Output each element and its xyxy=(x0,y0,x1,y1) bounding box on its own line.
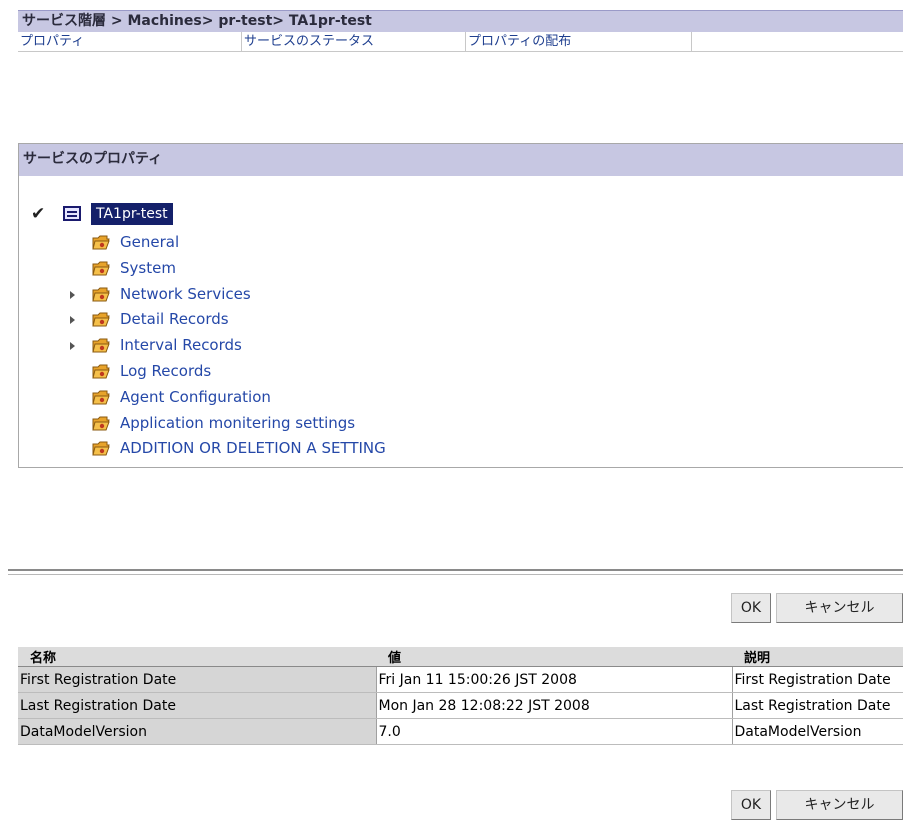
tree-item-label[interactable]: System xyxy=(120,257,176,279)
tree-item[interactable]: Application monitering settings xyxy=(0,412,600,436)
cancel-button[interactable]: キャンセル xyxy=(776,593,903,623)
tree-item[interactable]: System xyxy=(0,257,600,281)
folder-icon xyxy=(92,415,110,431)
divider xyxy=(8,574,903,575)
tab-properties[interactable]: プロパティ xyxy=(18,32,242,51)
folder-icon xyxy=(92,389,110,405)
expand-arrow-icon[interactable] xyxy=(70,316,75,325)
tree-item[interactable]: Interval Records xyxy=(0,334,600,358)
row-name: First Registration Date xyxy=(18,666,377,693)
tree-item-label[interactable]: Log Records xyxy=(120,360,211,382)
row-description: DataModelVersion xyxy=(732,718,903,745)
row-value: Mon Jan 28 12:08:22 JST 2008 xyxy=(376,692,733,719)
tree-item[interactable]: General xyxy=(0,231,600,255)
folder-icon xyxy=(92,440,110,456)
properties-table: 名称 値 説明 First Registration Date Fri Jan … xyxy=(18,647,903,745)
row-description: Last Registration Date xyxy=(732,692,903,719)
machine-icon xyxy=(63,206,81,221)
row-value: Fri Jan 11 15:00:26 JST 2008 xyxy=(376,666,733,693)
check-icon: ✔ xyxy=(31,204,46,224)
tab-bar: プロパティ サービスのステータス プロパティの配布 xyxy=(18,32,903,52)
ok-button-bottom[interactable]: OK xyxy=(731,790,771,820)
tree-item[interactable]: Detail Records xyxy=(0,308,600,332)
folder-icon xyxy=(92,286,110,302)
column-header-description: 説明 xyxy=(732,647,903,667)
table-row: Last Registration Date Mon Jan 28 12:08:… xyxy=(18,692,903,719)
row-name: DataModelVersion xyxy=(18,718,377,745)
breadcrumb-text: サービス階層 > Machines> pr-test> TA1pr-test xyxy=(22,13,372,29)
tree-item-label[interactable]: Application monitering settings xyxy=(120,412,355,434)
panel-title: サービスのプロパティ xyxy=(19,144,903,176)
folder-icon xyxy=(92,363,110,379)
ok-button[interactable]: OK xyxy=(731,593,771,623)
tree-item-label[interactable]: ADDITION OR DELETION A SETTING xyxy=(120,437,386,459)
row-description: First Registration Date xyxy=(732,666,903,693)
folder-icon xyxy=(92,311,110,327)
table-row: First Registration Date Fri Jan 11 15:00… xyxy=(18,666,903,693)
column-header-name: 名称 xyxy=(18,647,376,667)
expand-arrow-icon[interactable] xyxy=(70,342,75,351)
tree-item[interactable]: Agent Configuration xyxy=(0,386,600,410)
tree-item-label[interactable]: Agent Configuration xyxy=(120,386,271,408)
tree-item-label[interactable]: Detail Records xyxy=(120,308,229,330)
table-row: DataModelVersion 7.0 DataModelVersion xyxy=(18,718,903,745)
tab-property-distribution[interactable]: プロパティの配布 xyxy=(466,32,692,51)
divider xyxy=(8,569,903,571)
tree-item[interactable]: Log Records xyxy=(0,360,600,384)
expand-arrow-icon[interactable] xyxy=(70,290,75,299)
tree-item-label[interactable]: General xyxy=(120,231,179,253)
cancel-button-bottom[interactable]: キャンセル xyxy=(776,790,903,820)
folder-icon xyxy=(92,260,110,276)
tree-item-label[interactable]: Network Services xyxy=(120,283,251,305)
folder-icon xyxy=(92,234,110,250)
folder-icon xyxy=(92,337,110,353)
table-header-row: 名称 値 説明 xyxy=(18,647,903,667)
tree-item[interactable]: Network Services xyxy=(0,283,600,307)
tree-item-label[interactable]: Interval Records xyxy=(120,334,242,356)
row-value: 7.0 xyxy=(376,718,733,745)
column-header-value: 値 xyxy=(376,647,732,667)
tab-service-status[interactable]: サービスのステータス xyxy=(242,32,466,51)
row-name: Last Registration Date xyxy=(18,692,377,719)
tree-root-node[interactable]: TA1pr-test xyxy=(91,203,173,225)
tree-item[interactable]: ADDITION OR DELETION A SETTING xyxy=(0,437,600,461)
breadcrumb: サービス階層 > Machines> pr-test> TA1pr-test xyxy=(18,10,903,32)
